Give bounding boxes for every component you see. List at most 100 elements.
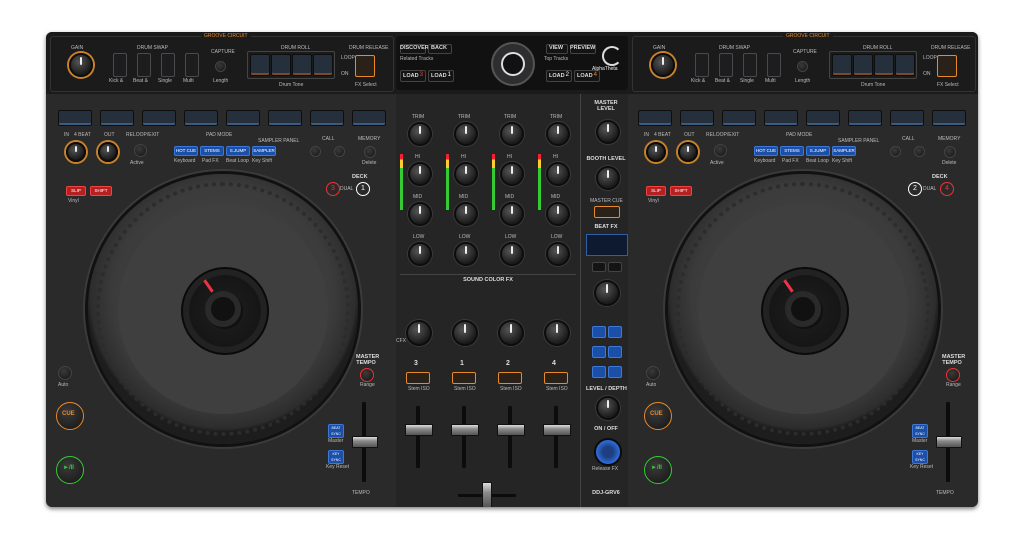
- drum-swap-button-1[interactable]: [113, 53, 127, 77]
- performance-pad[interactable]: [890, 110, 924, 126]
- shift-button[interactable]: SHIFT: [90, 186, 112, 196]
- beat-fx-left-button[interactable]: [592, 262, 606, 272]
- drum-swap-button-2[interactable]: [719, 53, 733, 77]
- eq-low-knob[interactable]: [408, 242, 432, 266]
- channel-fader[interactable]: [405, 424, 433, 436]
- cue-button[interactable]: CUE: [56, 402, 84, 430]
- performance-pad[interactable]: [100, 110, 134, 126]
- reloop-button[interactable]: [714, 144, 727, 157]
- load-button-3[interactable]: LOAD 3: [400, 70, 426, 82]
- sampler-mode-button[interactable]: SAMPLER: [252, 146, 276, 156]
- drum-swap-button-3[interactable]: [743, 53, 757, 77]
- performance-pad[interactable]: [638, 110, 672, 126]
- reloop-button[interactable]: [134, 144, 147, 157]
- eq-hi-knob[interactable]: [500, 162, 524, 186]
- master-tempo-button[interactable]: [360, 368, 374, 382]
- performance-pad[interactable]: [184, 110, 218, 126]
- drum-roll-pad-4[interactable]: [313, 54, 333, 76]
- cue-channel-button[interactable]: [452, 372, 476, 384]
- booth-level-knob[interactable]: [596, 166, 620, 190]
- hot-cue-mode-button[interactable]: HOT CUE: [174, 146, 198, 156]
- performance-pad[interactable]: [806, 110, 840, 126]
- drum-roll-pad-4[interactable]: [895, 54, 915, 76]
- beat-fx-channel-mic[interactable]: [608, 366, 622, 378]
- cue-channel-button[interactable]: [498, 372, 522, 384]
- trim-knob[interactable]: [500, 122, 524, 146]
- channel-fader[interactable]: [497, 424, 525, 436]
- capture-button[interactable]: [797, 61, 808, 72]
- call-prev-button[interactable]: [890, 146, 901, 157]
- sjump-mode-button[interactable]: S.JUMP: [226, 146, 250, 156]
- performance-pad[interactable]: [226, 110, 260, 126]
- performance-pad[interactable]: [268, 110, 302, 126]
- beat-fx-channel-1[interactable]: [592, 326, 606, 338]
- beat-fx-channel-2[interactable]: [608, 326, 622, 338]
- loop-out-button[interactable]: [98, 142, 118, 162]
- load-button-2[interactable]: LOAD 2: [546, 70, 572, 82]
- loop-in-button[interactable]: [646, 142, 666, 162]
- drum-swap-button-2[interactable]: [137, 53, 151, 77]
- drum-roll-pad-2[interactable]: [853, 54, 873, 76]
- tempo-fader[interactable]: [352, 436, 378, 448]
- slip-button[interactable]: SLIP: [66, 186, 86, 196]
- eq-low-knob[interactable]: [454, 242, 478, 266]
- performance-pad[interactable]: [932, 110, 966, 126]
- loop-in-button[interactable]: [66, 142, 86, 162]
- drum-roll-pad-3[interactable]: [292, 54, 312, 76]
- drum-roll-pad-1[interactable]: [250, 54, 270, 76]
- capture-button[interactable]: [215, 61, 226, 72]
- rotary-selector[interactable]: [491, 42, 535, 86]
- drum-roll-pad-2[interactable]: [271, 54, 291, 76]
- beat-fx-right-button[interactable]: [608, 262, 622, 272]
- eq-mid-knob[interactable]: [454, 202, 478, 226]
- trim-knob[interactable]: [546, 122, 570, 146]
- cfx-knob[interactable]: [498, 320, 524, 346]
- auto-button[interactable]: [58, 366, 72, 380]
- cue-channel-button[interactable]: [544, 372, 568, 384]
- eq-mid-knob[interactable]: [546, 202, 570, 226]
- beat-fx-channel-4[interactable]: [608, 346, 622, 358]
- sampler-mode-button[interactable]: SAMPLER: [832, 146, 856, 156]
- cue-button[interactable]: CUE: [644, 402, 672, 430]
- master-level-knob[interactable]: [596, 120, 620, 144]
- call-next-button[interactable]: [914, 146, 925, 157]
- right-jog-wheel[interactable]: [668, 174, 938, 444]
- key-sync-button[interactable]: KEY SYNC: [328, 450, 344, 464]
- gain-knob[interactable]: [69, 53, 93, 77]
- loop-out-button[interactable]: [678, 142, 698, 162]
- master-cue-button[interactable]: [594, 206, 620, 218]
- cfx-knob[interactable]: [406, 320, 432, 346]
- channel-fader[interactable]: [451, 424, 479, 436]
- load-button-1[interactable]: LOAD 1: [428, 70, 454, 82]
- play-pause-button[interactable]: ►/II: [56, 456, 84, 484]
- performance-pad[interactable]: [310, 110, 344, 126]
- call-prev-button[interactable]: [310, 146, 321, 157]
- crossfader[interactable]: [482, 482, 492, 507]
- drum-swap-button-4[interactable]: [185, 53, 199, 77]
- memory-button[interactable]: [364, 146, 376, 158]
- hot-cue-mode-button[interactable]: HOT CUE: [754, 146, 778, 156]
- cue-channel-button[interactable]: [406, 372, 430, 384]
- performance-pad[interactable]: [764, 110, 798, 126]
- performance-pad[interactable]: [142, 110, 176, 126]
- play-pause-button[interactable]: ►/II: [644, 456, 672, 484]
- trim-knob[interactable]: [454, 122, 478, 146]
- beat-sync-button[interactable]: BEAT SYNC: [912, 424, 928, 438]
- drum-release-button[interactable]: [937, 55, 957, 77]
- drum-release-button[interactable]: [355, 55, 375, 77]
- memory-button[interactable]: [944, 146, 956, 158]
- master-tempo-button[interactable]: [946, 368, 960, 382]
- drum-swap-button-4[interactable]: [767, 53, 781, 77]
- deck-2-indicator[interactable]: 2: [908, 182, 922, 196]
- performance-pad[interactable]: [58, 110, 92, 126]
- left-jog-wheel[interactable]: [88, 174, 358, 444]
- deck-1-indicator[interactable]: 1: [356, 182, 370, 196]
- slip-button[interactable]: SLIP: [646, 186, 666, 196]
- drum-roll-pad-1[interactable]: [832, 54, 852, 76]
- tempo-fader[interactable]: [936, 436, 962, 448]
- auto-button[interactable]: [646, 366, 660, 380]
- eq-hi-knob[interactable]: [408, 162, 432, 186]
- drum-swap-button-3[interactable]: [161, 53, 175, 77]
- beat-fx-on-off-button[interactable]: [594, 438, 622, 466]
- eq-low-knob[interactable]: [546, 242, 570, 266]
